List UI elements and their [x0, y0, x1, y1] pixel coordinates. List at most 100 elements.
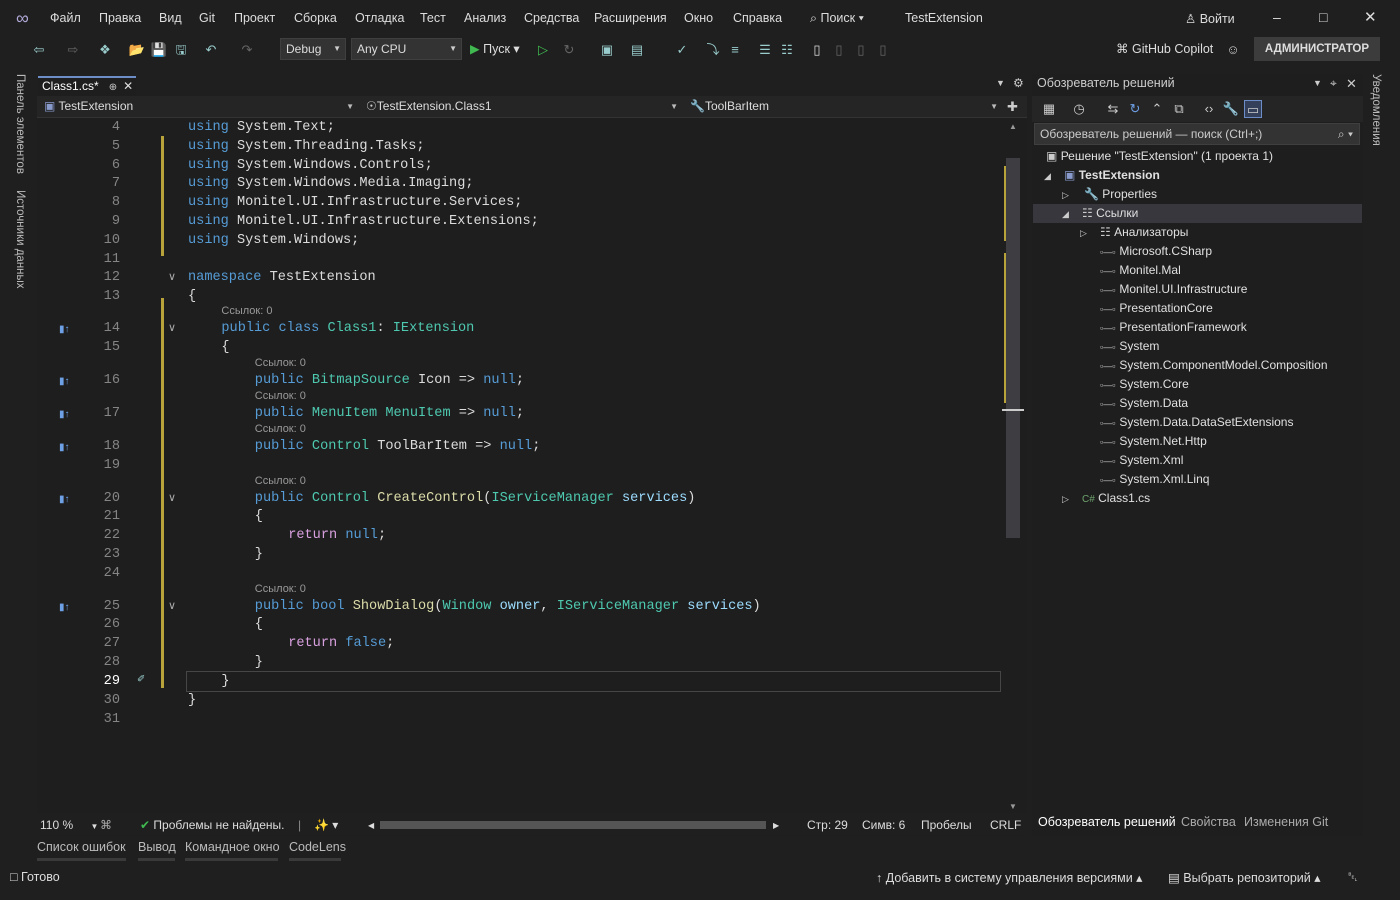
platform-select[interactable]: Any CPU ▼ — [351, 38, 462, 60]
fold-toggle-icon[interactable]: ∨ — [168, 321, 176, 334]
code-line[interactable]: 8 using Monitel.UI.Infrastructure.Service… — [37, 193, 1002, 212]
indent-mode[interactable]: Пробелы — [921, 818, 972, 832]
codelens-references[interactable]: Ссылок: 0 — [255, 474, 306, 488]
code-area[interactable]: 4 using System.Text; 5 using System.Threadi… — [37, 118, 1002, 808]
datasources-tab[interactable]: Источники данных — [14, 190, 26, 289]
menu-build[interactable]: Сборка — [294, 11, 337, 25]
copilot-button[interactable]: ⌘ GitHub Copilot — [1116, 41, 1213, 56]
implements-interface-icon[interactable]: ▮↑ — [59, 602, 75, 614]
tree-solution[interactable]: ▣ Решение "TestExtension" (1 проекта 1) — [1046, 147, 1273, 166]
spellcheck-icon[interactable]: ✓ — [673, 41, 691, 59]
menu-help[interactable]: Справка — [733, 11, 782, 25]
tab-codelens[interactable]: CodeLens — [289, 840, 346, 854]
layout-icon[interactable]: ▤ — [628, 41, 646, 59]
switch-views-icon[interactable]: ▦ — [1040, 100, 1058, 118]
code-line[interactable]: 15 { — [37, 338, 1002, 357]
show-all-files-icon[interactable]: ⧉ — [1170, 100, 1188, 118]
code-line[interactable]: 29} — [104, 671, 1001, 692]
search-button[interactable]: ⌕ Поиск ▾ — [810, 11, 864, 26]
code-line[interactable]: 11 — [37, 250, 1002, 269]
code-line[interactable]: 26 { — [37, 615, 1002, 634]
browser-icon[interactable]: ▣ — [598, 41, 616, 59]
code-line[interactable]: 24 — [37, 564, 1002, 583]
tree-reference-item[interactable]: ▫―▫ Monitel.Mal — [1100, 261, 1181, 280]
menu-test[interactable]: Тест — [420, 11, 446, 25]
code-line[interactable]: 30} — [37, 691, 1002, 710]
codelens-references[interactable]: Ссылок: 0 — [255, 356, 306, 370]
tree-reference-item[interactable]: ▫―▫ System.Data — [1100, 394, 1188, 413]
code-line[interactable]: 5 using System.Threading.Tasks; — [37, 137, 1002, 156]
tree-reference-item[interactable]: ▫―▫ Microsoft.CSharp — [1100, 242, 1212, 261]
tree-reference-item[interactable]: ▫―▫ System.Xml — [1100, 451, 1183, 470]
tab-class1[interactable]: Class1.cs* ⊕ ✕ — [38, 76, 136, 96]
code-line[interactable]: 21 { — [37, 507, 1002, 526]
implements-interface-icon[interactable]: ▮↑ — [59, 376, 75, 388]
issues-indicator[interactable]: ✔ Проблемы не найдены. — [140, 818, 285, 832]
toolbox-tab[interactable]: Панель элементов — [14, 74, 26, 174]
code-line[interactable]: 27 return false; — [37, 634, 1002, 653]
save-all-icon[interactable]: 🖫 — [172, 41, 190, 59]
tab-settings-icon[interactable]: ⚙ — [1013, 76, 1024, 90]
code-line[interactable]: 28} — [37, 653, 1002, 672]
tree-properties[interactable]: 🔧 Properties — [1084, 185, 1157, 204]
visual-studio-logo-icon[interactable]: ∞ — [16, 8, 38, 28]
feedback-icon[interactable]: ☺ — [1224, 41, 1242, 59]
uncomment-icon[interactable]: ☷ — [778, 41, 796, 59]
char-position[interactable]: Симв: 6 — [862, 818, 905, 832]
notifications-tab[interactable]: Уведомления — [1370, 74, 1382, 146]
menu-file[interactable]: Файл — [50, 11, 81, 25]
menu-tools[interactable]: Средства — [524, 11, 579, 25]
preview-icon[interactable]: ▭ — [1244, 100, 1262, 118]
expand-file-icon[interactable]: ▷ — [1062, 494, 1069, 505]
tab-solution-explorer[interactable]: Обозреватель решений — [1038, 815, 1176, 829]
menu-window[interactable]: Окно — [684, 11, 713, 25]
fold-toggle-icon[interactable]: ∨ — [168, 270, 176, 283]
history-icon[interactable]: ◷ — [1070, 100, 1088, 118]
codelens-references[interactable]: Ссылок: 0 — [221, 304, 272, 318]
undo-icon[interactable]: ↶ — [202, 41, 220, 59]
next-bookmark-icon[interactable]: ▯ — [852, 41, 870, 59]
tree-reference-item[interactable]: ▫―▫ System.ComponentModel.Composition — [1100, 356, 1328, 375]
menu-project[interactable]: Проект — [234, 11, 275, 25]
save-icon[interactable]: 💾 — [150, 41, 168, 59]
notifications-bell-icon[interactable]: ␇ — [1348, 870, 1358, 885]
fold-toggle-icon[interactable]: ∨ — [168, 491, 176, 504]
tree-analyzers[interactable]: ☷ Анализаторы — [1100, 223, 1188, 242]
properties-wrench-icon[interactable]: 🔧 — [1222, 100, 1240, 118]
tree-reference-item[interactable]: ▫―▫ System.Data.DataSetExtensions — [1100, 413, 1293, 432]
code-cleanup-icon[interactable]: ✨ ▾ — [314, 818, 338, 832]
code-line[interactable]: 7 using System.Windows.Media.Imaging; — [37, 174, 1002, 193]
quick-actions-brush-icon[interactable]: ✐ — [137, 674, 153, 686]
config-select[interactable]: Debug ▼ — [280, 38, 346, 60]
run-without-debug-icon[interactable]: ▷ — [534, 41, 552, 59]
hscroll-right-icon[interactable]: ▶ — [773, 821, 779, 830]
implements-interface-icon[interactable]: ▮↑ — [59, 409, 75, 421]
menu-view[interactable]: Вид — [159, 11, 182, 25]
horizontal-scroll-thumb[interactable] — [380, 821, 766, 829]
minimize-icon[interactable]: – — [1273, 9, 1281, 25]
pin-icon[interactable]: ⊕ — [109, 82, 117, 93]
tree-reference-item[interactable]: ▫―▫ System.Core — [1100, 375, 1189, 394]
fold-toggle-icon[interactable]: ∨ — [168, 599, 176, 612]
code-line[interactable]: 20 public Control CreateControl(IServiceM… — [37, 489, 1002, 508]
code-line[interactable]: 10 using System.Windows; — [37, 231, 1002, 250]
code-line[interactable]: 25 public bool ShowDialog(Window owner, I… — [37, 597, 1002, 616]
scroll-up-icon[interactable]: ▲ — [1009, 122, 1017, 131]
sync-icon[interactable]: ⇆ — [1104, 100, 1122, 118]
code-line[interactable]: 19 — [37, 456, 1002, 475]
code-line[interactable]: 16 public BitmapSource Icon => null; — [37, 371, 1002, 390]
scroll-thumb[interactable] — [1006, 158, 1020, 538]
step-into-icon[interactable]: ⤵ — [704, 41, 722, 59]
line-position[interactable]: Стр: 29 — [807, 818, 848, 832]
view-code-icon[interactable]: ‹› — [1200, 100, 1218, 118]
add-to-vcs-button[interactable]: ↑ Добавить в систему управления версиями… — [876, 870, 1142, 885]
codelens-references[interactable]: Ссылок: 0 — [255, 582, 306, 596]
forward-icon[interactable]: ⇨ — [64, 41, 82, 59]
code-line[interactable]: 4 using System.Text; — [37, 118, 1002, 137]
tree-reference-item[interactable]: ▫―▫ System — [1100, 337, 1159, 356]
panel-menu-icon[interactable]: ▼ — [1313, 78, 1322, 88]
implements-interface-icon[interactable]: ▮↑ — [59, 324, 75, 336]
tab-error-list[interactable]: Список ошибок — [37, 840, 126, 854]
implements-interface-icon[interactable]: ▮↑ — [59, 494, 75, 506]
tree-reference-item[interactable]: ▫―▫ PresentationFramework — [1100, 318, 1247, 337]
